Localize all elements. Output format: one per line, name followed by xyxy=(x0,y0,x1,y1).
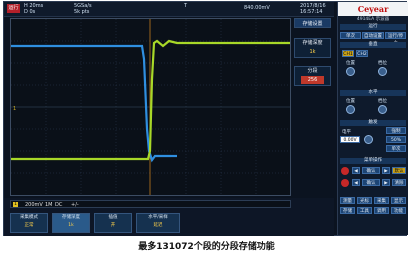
function-button[interactable]: 功能 xyxy=(391,207,406,214)
oscilloscope-window: 运行 H 20ms D 0s 5GSa/s 5k pts T 840.00mV … xyxy=(3,1,408,236)
right-arrow-button[interactable]: ▶ xyxy=(382,167,390,174)
save-settings-header[interactable]: 存储设置 xyxy=(294,18,331,28)
storage-button[interactable]: 存储 xyxy=(340,207,355,214)
confirm-b-button[interactable]: 确认 xyxy=(362,179,380,186)
segment-label: 分段 xyxy=(307,68,318,74)
channel-bw: 1M xyxy=(45,202,53,208)
waveform-svg: 1 xyxy=(11,19,290,195)
level-50-button[interactable]: 50% xyxy=(386,136,406,143)
brand-logo: Ceyear xyxy=(338,2,408,16)
channel-number: 1 xyxy=(13,202,18,207)
store-depth-button[interactable]: 存储深度 1k xyxy=(294,38,331,58)
channel-marker: 1 xyxy=(13,106,16,112)
trigger-single-button[interactable]: 单次 xyxy=(386,145,406,152)
waveform-display[interactable]: 1 xyxy=(10,18,291,196)
level-value[interactable]: 0.00V xyxy=(340,136,360,143)
channel-coupling: DC xyxy=(55,202,63,208)
channel-extra: +/- xyxy=(71,202,79,208)
clear-button[interactable]: 清除 xyxy=(392,179,406,186)
control-panel: Ceyear 4914EA 示波器 运行 单次 自动设置 运行/停止 垂直 CH… xyxy=(337,2,408,235)
h-scale-knob[interactable] xyxy=(378,105,387,114)
horizontal-sample-value: 延迟 xyxy=(153,223,163,228)
acquire-mode-value: 正常 xyxy=(24,223,34,228)
store-depth-menu-value: 1k xyxy=(68,223,74,228)
channel-green-trace xyxy=(11,39,290,161)
run-control-header: 运行 xyxy=(340,24,406,30)
multipurpose-a-icon[interactable] xyxy=(341,167,349,175)
cursor-button[interactable]: 光标 xyxy=(357,197,372,204)
delay-readout: D 0s xyxy=(24,9,36,15)
multipurpose-b-icon[interactable] xyxy=(341,179,349,187)
figure-caption: 最多131072个段的分段存储功能 xyxy=(138,242,275,252)
interpolation-button[interactable]: 插值 开 xyxy=(94,213,132,233)
v-scale-knob[interactable] xyxy=(378,67,387,76)
v-position-label: 位置 xyxy=(346,61,355,66)
ch2-button[interactable]: CH2 xyxy=(356,50,368,57)
left-arrow-b-button[interactable]: ◀ xyxy=(352,179,360,186)
default-button[interactable]: 默认 xyxy=(392,167,406,174)
single-button[interactable]: 单次 xyxy=(340,32,361,39)
auto-setup-button[interactable]: 自动设置 xyxy=(362,32,384,39)
h-position-knob[interactable] xyxy=(346,105,355,114)
ch1-button[interactable]: CH1 xyxy=(342,50,354,57)
channel-info-bar: 1 200mV 1M DC +/- xyxy=(10,200,291,208)
level-label: 电平 xyxy=(342,130,351,135)
recall-button[interactable]: 调用 xyxy=(374,207,389,214)
store-depth-label: 存储深度 xyxy=(302,40,323,46)
model-name: 4914EA 示波器 xyxy=(356,17,390,22)
time-readout: 16:57:14 xyxy=(300,9,323,15)
store-depth-menu-label: 存储深度 xyxy=(62,215,80,220)
storage-side-panel: 存储设置 存储深度 1k 分段 256 xyxy=(294,18,332,198)
vertical-header: 垂直 xyxy=(340,42,406,48)
status-bar: 运行 H 20ms D 0s 5GSa/s 5k pts T 840.00mV … xyxy=(4,2,334,17)
store-depth-menu-button[interactable]: 存储深度 1k xyxy=(52,213,90,233)
interpolation-value: 开 xyxy=(110,223,116,228)
store-depth-value: 1k xyxy=(309,49,316,55)
horizontal-sample-label: 水平/采样 xyxy=(148,215,168,220)
v-position-knob[interactable] xyxy=(346,67,355,76)
trigger-level-readout: 840.00mV xyxy=(244,5,270,11)
interpolation-label: 插值 xyxy=(108,215,118,220)
run-indicator[interactable]: 运行 xyxy=(7,4,20,13)
trigger-header: 触发 xyxy=(340,120,406,126)
tools-button[interactable]: 工具 xyxy=(357,207,372,214)
horizontal-header: 水平 xyxy=(340,90,406,96)
trigger-indicator: T xyxy=(184,3,188,9)
h-scale-label: 档位 xyxy=(378,99,387,104)
right-arrow-b-button[interactable]: ▶ xyxy=(382,179,390,186)
horizontal-sample-button[interactable]: 水平/采样 延迟 xyxy=(136,213,180,233)
confirm-a-button[interactable]: 确认 xyxy=(362,167,380,174)
segment-button[interactable]: 分段 256 xyxy=(294,66,331,86)
run-stop-button[interactable]: 运行/停止 xyxy=(385,32,406,46)
level-knob[interactable] xyxy=(364,135,373,144)
segment-value: 256 xyxy=(301,76,324,84)
display-button[interactable]: 显示 xyxy=(391,197,406,204)
menu-ops-header: 菜单操作 xyxy=(340,158,406,164)
acquire-mode-label: 采集模式 xyxy=(20,215,38,220)
measure-button[interactable]: 测量 xyxy=(340,197,355,204)
v-scale-label: 档位 xyxy=(378,61,387,66)
acquire-button[interactable]: 采集 xyxy=(374,197,389,204)
force-trigger-button[interactable]: 强制 xyxy=(386,127,406,134)
left-arrow-button[interactable]: ◀ xyxy=(352,167,360,174)
acquire-mode-button[interactable]: 采集模式 正常 xyxy=(10,213,48,233)
h-position-label: 位置 xyxy=(346,99,355,104)
channel-scale: 200mV xyxy=(25,202,43,208)
memory-depth-readout: 5k pts xyxy=(74,9,90,15)
